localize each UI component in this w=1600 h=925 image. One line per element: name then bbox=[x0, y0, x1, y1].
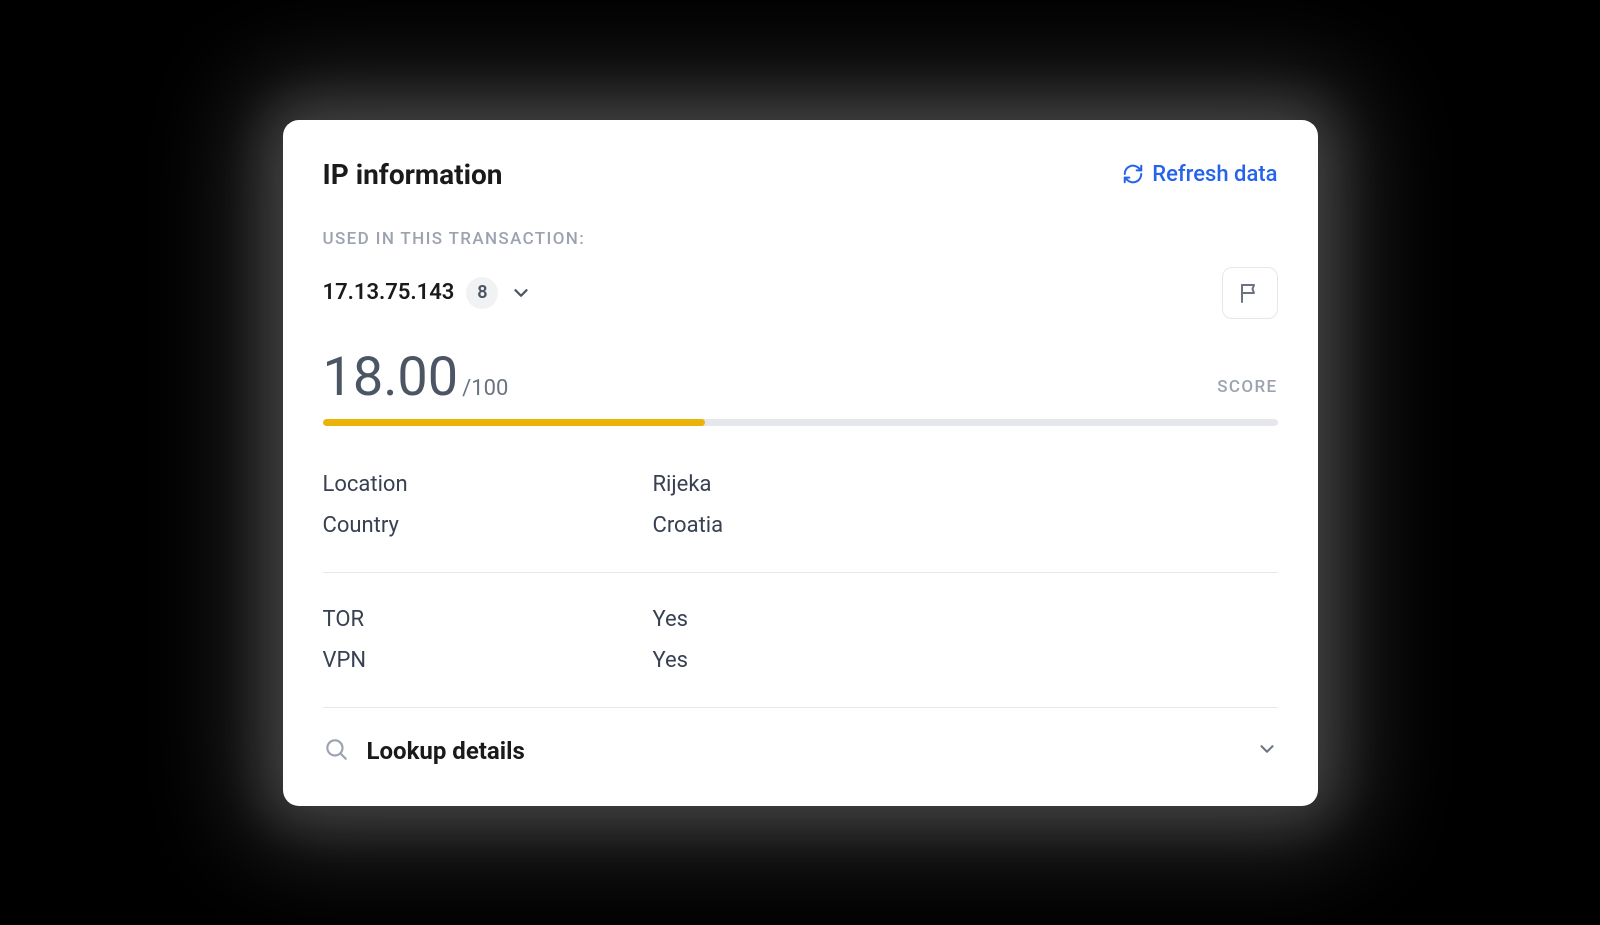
score-progress-fill bbox=[323, 419, 705, 426]
info-row: Location Rijeka bbox=[323, 464, 1278, 505]
info-row: VPN Yes bbox=[323, 640, 1278, 681]
chevron-down-icon bbox=[510, 282, 532, 304]
refresh-label: Refresh data bbox=[1152, 162, 1277, 187]
flag-button[interactable] bbox=[1222, 267, 1278, 319]
score-value-wrap: 18.00 /100 bbox=[323, 351, 509, 405]
ip-selector[interactable]: 17.13.75.143 8 bbox=[323, 277, 533, 309]
ip-information-card: IP information Refresh data USED IN THIS… bbox=[283, 120, 1318, 806]
lookup-details-toggle[interactable]: Lookup details bbox=[323, 708, 1278, 796]
refresh-icon bbox=[1122, 163, 1144, 185]
ip-address: 17.13.75.143 bbox=[323, 280, 455, 305]
score-row: 18.00 /100 SCORE bbox=[323, 351, 1278, 405]
ip-row: 17.13.75.143 8 bbox=[323, 267, 1278, 319]
score-value: 18.00 bbox=[323, 351, 459, 405]
info-value: Yes bbox=[653, 607, 689, 632]
card-title: IP information bbox=[323, 158, 503, 191]
info-row: TOR Yes bbox=[323, 599, 1278, 640]
info-group-network: TOR Yes VPN Yes bbox=[323, 573, 1278, 708]
card-header: IP information Refresh data bbox=[323, 158, 1278, 191]
score-progress-track bbox=[323, 419, 1278, 426]
info-value: Yes bbox=[653, 648, 689, 673]
info-label: VPN bbox=[323, 648, 653, 673]
info-value: Rijeka bbox=[653, 472, 712, 497]
score-label: SCORE bbox=[1217, 377, 1277, 405]
info-label: Location bbox=[323, 472, 653, 497]
lookup-left: Lookup details bbox=[323, 736, 525, 766]
info-label: TOR bbox=[323, 607, 653, 632]
info-value: Croatia bbox=[653, 513, 724, 538]
info-row: Country Croatia bbox=[323, 505, 1278, 546]
lookup-title: Lookup details bbox=[367, 737, 525, 765]
refresh-data-button[interactable]: Refresh data bbox=[1122, 162, 1277, 187]
info-label: Country bbox=[323, 513, 653, 538]
flag-icon bbox=[1238, 281, 1262, 305]
score-max: /100 bbox=[462, 376, 508, 401]
search-icon bbox=[323, 736, 349, 766]
transaction-section-label: USED IN THIS TRANSACTION: bbox=[323, 229, 1278, 249]
info-group-location: Location Rijeka Country Croatia bbox=[323, 458, 1278, 573]
chevron-down-icon bbox=[1256, 738, 1278, 764]
ip-count-badge: 8 bbox=[466, 277, 498, 309]
